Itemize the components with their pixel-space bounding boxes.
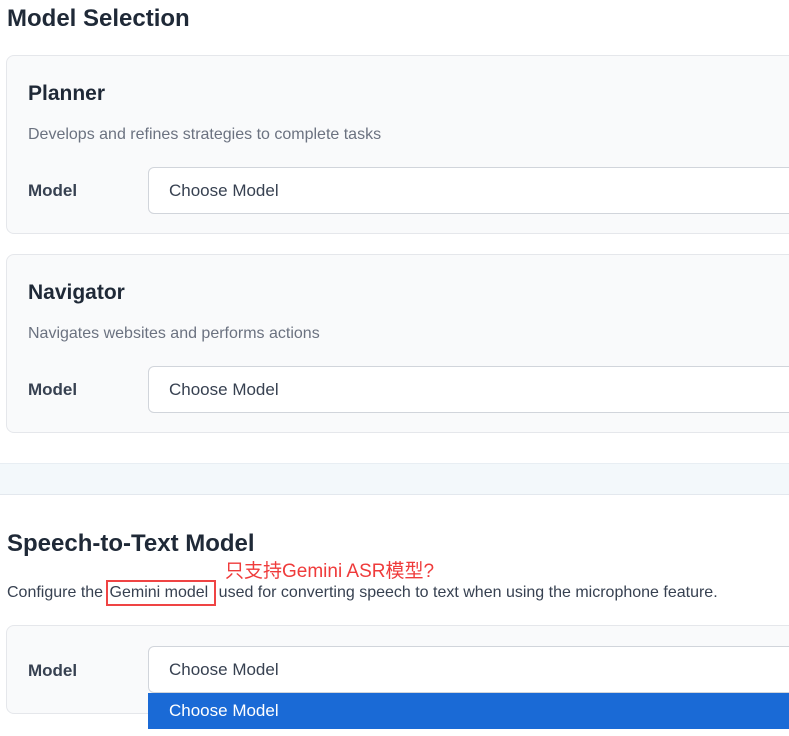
navigator-title: Navigator <box>28 281 125 304</box>
highlighted-gemini-model: Gemini model <box>105 580 217 606</box>
navigator-description: Navigates websites and performs actions <box>28 325 320 342</box>
description-suffix: used for converting speech to text when … <box>214 584 718 601</box>
navigator-card: Navigator Navigates websites and perform… <box>6 254 789 433</box>
section-divider <box>0 463 789 495</box>
description-prefix: Configure the <box>7 584 108 601</box>
planner-title: Planner <box>28 82 106 105</box>
navigator-model-label: Model <box>28 380 78 399</box>
planner-model-select[interactable]: Choose Model <box>148 167 789 214</box>
stt-model-select[interactable]: Choose Model <box>148 646 789 693</box>
speech-to-text-description: Configure the Gemini model used for conv… <box>7 580 718 606</box>
navigator-model-select[interactable]: Choose Model <box>148 366 789 413</box>
section-title-model-selection: Model Selection <box>7 5 190 32</box>
annotation-note: 只支持Gemini ASR模型? <box>225 561 435 582</box>
planner-card: Planner Develops and refines strategies … <box>6 55 789 234</box>
section-title-speech-to-text: Speech-to-Text Model <box>7 530 255 557</box>
stt-model-label: Model <box>28 661 78 680</box>
planner-description: Develops and refines strategies to compl… <box>28 126 382 143</box>
dropdown-option-choose-model[interactable]: Choose Model <box>148 693 789 729</box>
planner-model-label: Model <box>28 181 78 200</box>
